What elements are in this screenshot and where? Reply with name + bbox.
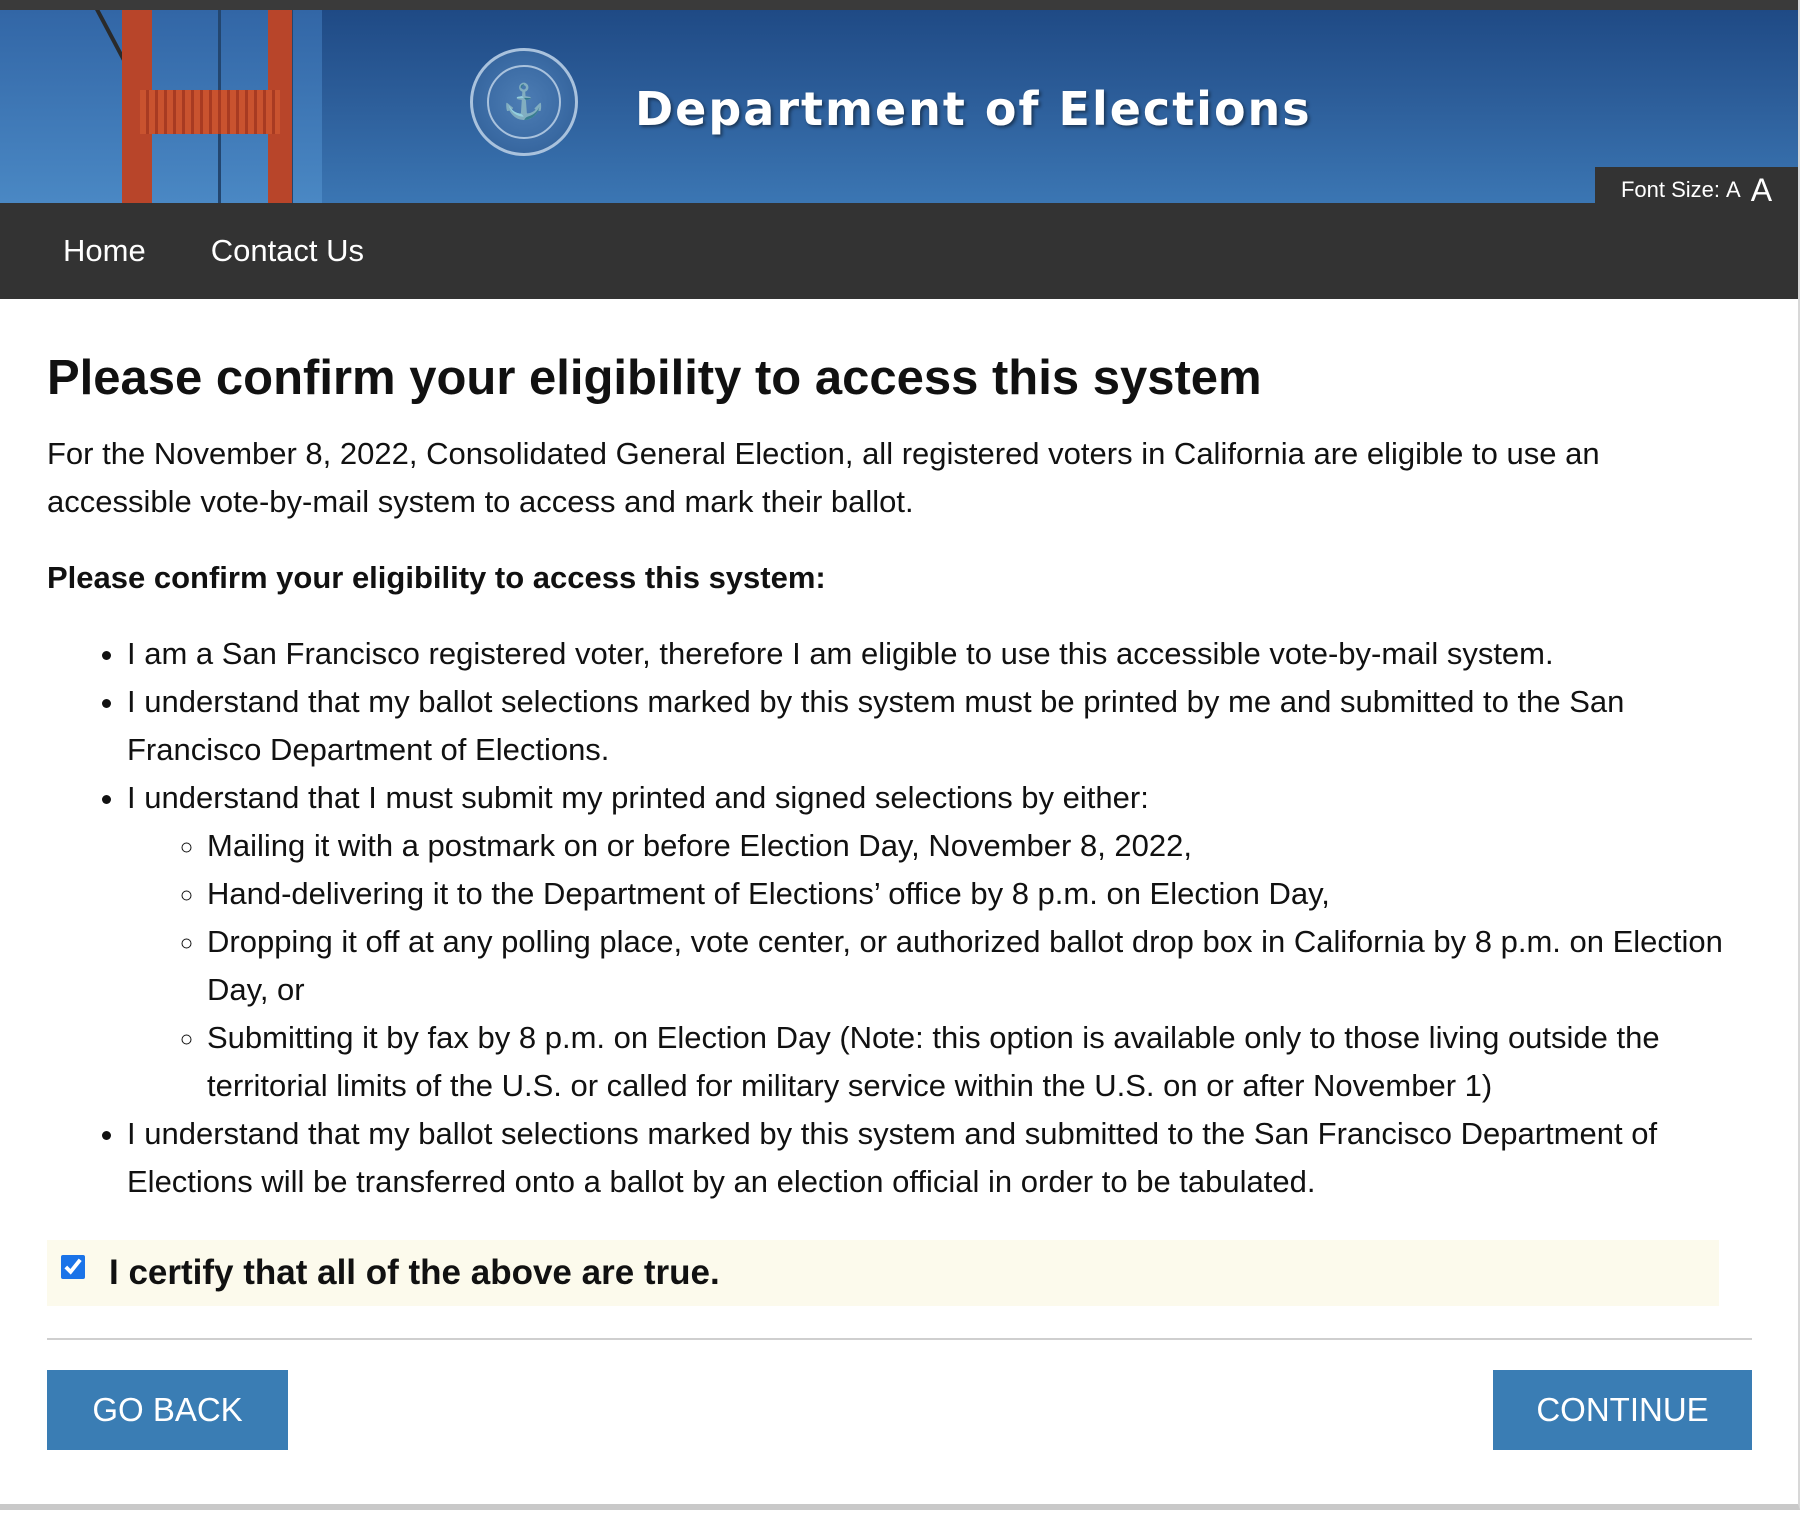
main-nav: Home Contact Us (0, 203, 1798, 299)
page-title: Please confirm your eligibility to acces… (47, 351, 1262, 405)
sub-list-item: Mailing it with a postmark on or before … (207, 822, 1752, 870)
font-size-large-button[interactable]: A (1751, 172, 1772, 204)
go-back-button[interactable]: GO BACK (47, 1370, 288, 1450)
font-size-small-button[interactable]: A (1726, 177, 1741, 203)
top-strip (0, 0, 1798, 10)
button-row: GO BACK CONTINUE (47, 1370, 1752, 1450)
list-item: I understand that my ballot selections m… (127, 678, 1752, 774)
list-item: I am a San Francisco registered voter, t… (127, 630, 1752, 678)
sub-list-item: Dropping it off at any polling place, vo… (207, 918, 1752, 1014)
nav-home-link[interactable]: Home (63, 233, 146, 269)
list-item: I understand that I must submit my print… (127, 774, 1752, 1110)
font-size-label: Font Size: (1620, 177, 1720, 202)
header-banner: ⚓ Department of Elections Font Size: A A (0, 10, 1798, 203)
submission-methods-list: Mailing it with a postmark on or before … (127, 822, 1752, 1110)
certify-checkbox[interactable] (61, 1255, 85, 1279)
divider (47, 1338, 1752, 1340)
sub-list-item: Submitting it by fax by 8 p.m. on Electi… (207, 1014, 1752, 1110)
certify-label[interactable]: I certify that all of the above are true… (109, 1253, 720, 1293)
font-size-control: Font Size: A A (1595, 167, 1798, 203)
continue-button[interactable]: CONTINUE (1493, 1370, 1752, 1450)
intro-text: For the November 8, 2022, Consolidated G… (47, 436, 1600, 519)
eligibility-list: I am a San Francisco registered voter, t… (47, 630, 1752, 1206)
golden-gate-bridge-image (0, 10, 322, 203)
nav-contact-link[interactable]: Contact Us (211, 233, 364, 269)
confirm-heading: Please confirm your eligibility to acces… (47, 560, 826, 595)
certify-box: I certify that all of the above are true… (47, 1240, 1719, 1306)
list-item-text: I understand that I must submit my print… (127, 780, 1149, 815)
list-item: I understand that my ballot selections m… (127, 1110, 1752, 1206)
site-title: Department of Elections (635, 82, 1312, 136)
city-seal-icon: ⚓ (470, 48, 578, 156)
page: ⚓ Department of Elections Font Size: A A… (0, 0, 1800, 1510)
main-content: Please confirm your eligibility to acces… (47, 300, 1752, 1450)
sub-list-item: Hand-delivering it to the Department of … (207, 870, 1752, 918)
